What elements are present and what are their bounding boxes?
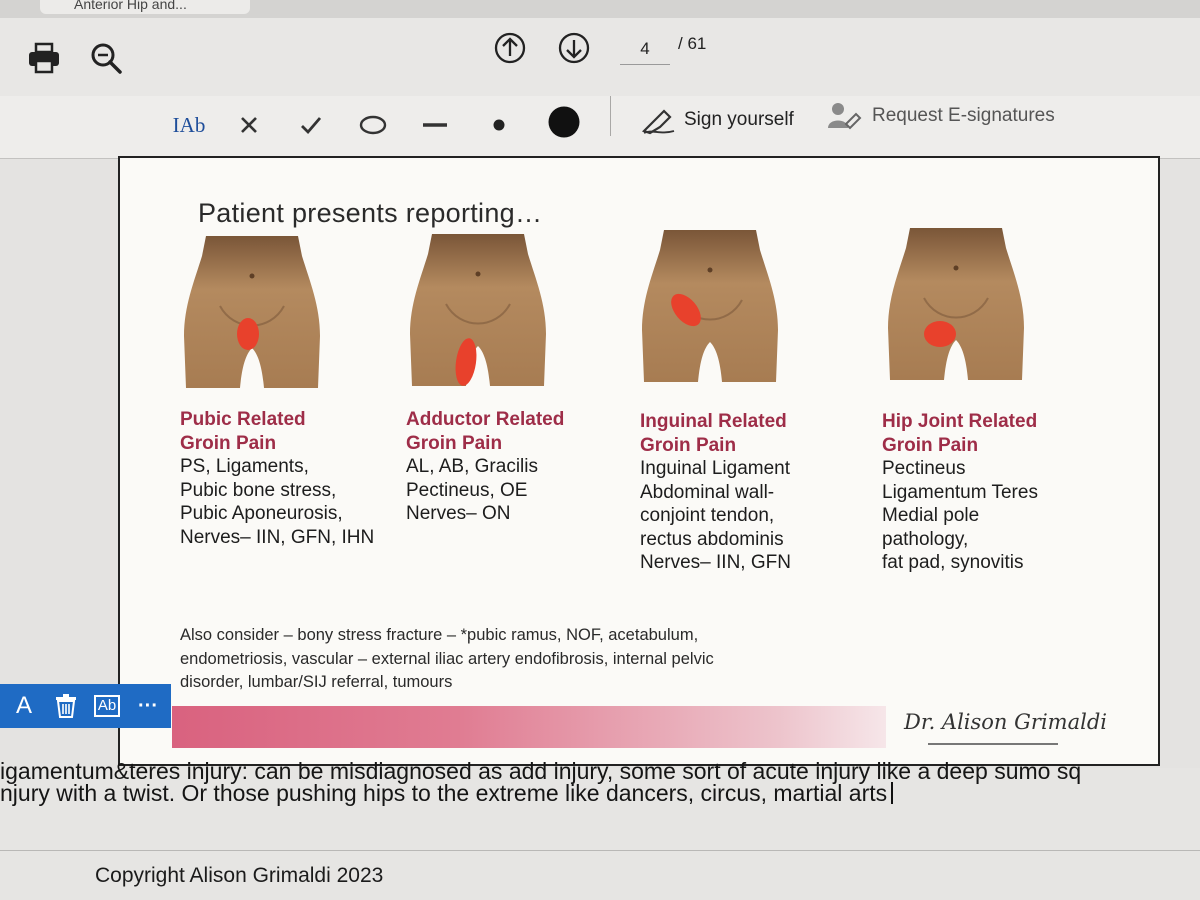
also-consider-line: endometriosis, vascular – external iliac…: [180, 649, 714, 668]
column-heading: Groin Pain: [180, 432, 277, 454]
circle-icon[interactable]: [356, 108, 390, 142]
check-icon[interactable]: [294, 108, 328, 142]
print-icon[interactable]: [26, 40, 62, 76]
slide-title: Patient presents reporting…: [198, 198, 543, 228]
add-text-tool[interactable]: IAb: [168, 108, 210, 142]
pubic-column: Pubic Related Groin Pain PS, Ligaments, …: [180, 408, 374, 549]
column-item: pathology,: [882, 528, 969, 550]
text-cursor: [891, 782, 894, 804]
large-dot-icon[interactable]: [542, 100, 586, 144]
column-heading: Groin Pain: [406, 432, 503, 454]
column-item: Nerves– IIN, GFN, IHN: [180, 526, 375, 548]
notes-divider: [0, 850, 1200, 851]
annotation-toolbar: A Ab ···: [0, 684, 171, 728]
notes-area[interactable]: igamentum&teres injury: can be misdiagno…: [0, 758, 1200, 900]
inguinal-column: Inguinal Related Groin Pain Inguinal Lig…: [640, 410, 791, 575]
tab-strip: Anterior Hip and...: [0, 0, 1200, 18]
column-item: Pubic bone stress,: [180, 479, 337, 501]
column-item: conjoint tendon,: [640, 505, 775, 526]
signature-underline: [928, 743, 1058, 745]
sign-yourself-label: Sign yourself: [684, 109, 794, 130]
request-esignatures-label: Request E-signatures: [872, 105, 1055, 126]
arrow-up-circle-icon[interactable]: [492, 30, 528, 66]
zoom-icon[interactable]: [88, 40, 124, 76]
column-heading: Groin Pain: [882, 434, 979, 456]
arrow-down-circle-icon[interactable]: [556, 30, 592, 66]
trash-icon[interactable]: [48, 684, 84, 728]
textbox-label: Ab: [93, 695, 121, 717]
column-item: PS, Ligaments,: [180, 456, 309, 477]
pubic-pain-figure: [184, 236, 320, 388]
small-dot-icon[interactable]: [482, 108, 516, 142]
request-signatures-icon: [828, 103, 862, 130]
column-item: Ligamentum Teres: [882, 481, 1038, 503]
adductor-pain-figure: [410, 234, 546, 386]
adductor-column: Adductor Related Groin Pain AL, AB, Grac…: [406, 408, 564, 526]
column-item: Pectineus, OE: [406, 479, 528, 501]
note-line: njury with a twist. Or those pushing hip…: [0, 780, 894, 807]
text-tool-label: IAb: [172, 112, 206, 137]
footer-accent-bar: [172, 706, 886, 748]
toolbar-divider: [610, 96, 611, 136]
hip-joint-column: Hip Joint Related Groin Pain Pectineus L…: [882, 410, 1038, 575]
line-icon[interactable]: [418, 108, 452, 142]
column-heading: Inguinal Related: [640, 411, 787, 432]
hip-joint-pain-figure: [888, 228, 1024, 380]
page-total: / 61: [678, 34, 707, 53]
sign-yourself-button[interactable]: Sign yourself: [640, 100, 794, 140]
column-item: AL, AB, Gracilis: [406, 456, 538, 477]
main-toolbar: / 61: [0, 18, 1200, 97]
column-item: rectus abdominis: [640, 528, 784, 550]
author-signature: Dr. Alison Grimaldi: [904, 710, 1107, 734]
column-item: Medial pole: [882, 505, 980, 526]
slide-page: Patient presents reporting… Pubic Relate…: [118, 156, 1160, 766]
column-item: Pubic Aponeurosis,: [180, 503, 343, 524]
column-item: Nerves– IIN, GFN: [640, 552, 791, 573]
text-size-button[interactable]: A: [0, 684, 48, 728]
column-heading: Hip Joint Related: [882, 411, 1038, 432]
sign-pen-icon: [641, 109, 675, 135]
cross-icon[interactable]: [232, 108, 266, 142]
request-esignatures-button[interactable]: Request E-signatures: [826, 96, 1055, 136]
column-heading: Pubic Related: [180, 409, 306, 430]
column-heading: Groin Pain: [640, 434, 737, 456]
note-line-text: njury with a twist. Or those pushing hip…: [0, 780, 888, 806]
copyright-text: Copyright Alison Grimaldi 2023: [95, 864, 384, 887]
column-item: Inguinal Ligament: [640, 458, 790, 479]
also-consider-line: Also consider – bony stress fracture – *…: [180, 626, 699, 644]
more-label: ···: [138, 694, 158, 717]
also-consider-line: disorder, lumbar/SIJ referral, tumours: [180, 673, 453, 691]
fill-sign-toolbar: IAb Sign yourself Request E-signatures: [0, 96, 1200, 159]
column-item: Pectineus: [882, 458, 966, 479]
inguinal-pain-figure: [642, 230, 778, 382]
column-item: Nerves– ON: [406, 503, 511, 524]
textbox-icon[interactable]: Ab: [84, 684, 130, 728]
column-heading: Adductor Related: [406, 409, 565, 430]
also-consider-text: Also consider – bony stress fracture – *…: [180, 624, 900, 695]
document-tab[interactable]: Anterior Hip and...: [40, 0, 250, 14]
column-item: fat pad, synovitis: [882, 552, 1024, 573]
more-icon[interactable]: ···: [130, 684, 166, 728]
page-number-input[interactable]: [620, 34, 670, 65]
column-item: Abdominal wall-: [640, 481, 775, 503]
text-size-label: A: [15, 692, 32, 719]
